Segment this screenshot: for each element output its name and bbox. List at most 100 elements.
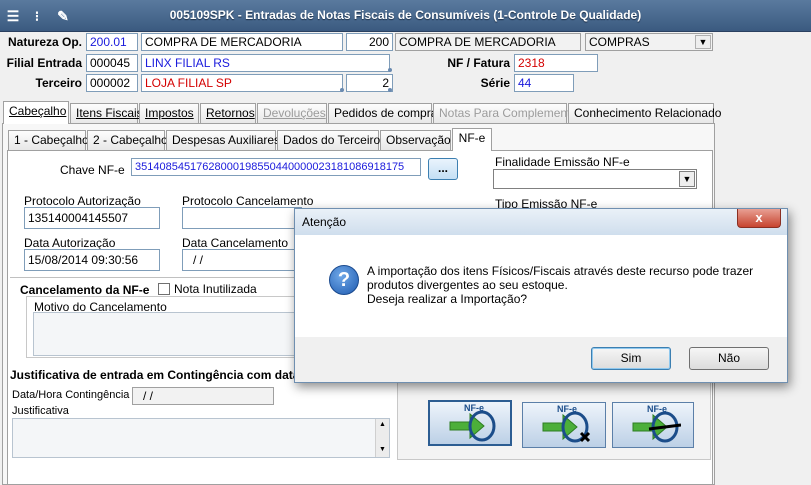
- data-aut-label: Data Autorização: [24, 236, 116, 250]
- tab-label: Conhecimento Relacionado: [574, 106, 722, 120]
- filial-name-field[interactable]: LINX FILIAL RS: [141, 54, 390, 72]
- tab-label: Impostos: [145, 106, 194, 120]
- lookup-dot-icon: [388, 68, 392, 72]
- data-aut-field[interactable]: 15/08/2014 09:30:56: [24, 249, 160, 271]
- nfe-import-icon: [449, 410, 496, 442]
- tab-label: Notas Para Complemento: [439, 106, 578, 120]
- tab-label: Retornos: [206, 106, 255, 120]
- no-button[interactable]: Não: [689, 347, 769, 370]
- tab-label: 2 - Cabeçalho: [93, 133, 168, 147]
- tab-impostos[interactable]: Impostos: [139, 103, 199, 124]
- tab-conhecimento[interactable]: Conhecimento Relacionado: [568, 103, 721, 124]
- chave-lookup-button[interactable]: ...: [428, 158, 458, 180]
- natureza-desc2-field: COMPRA DE MERCADORIA: [395, 33, 581, 51]
- lookup-dot-icon: [388, 88, 392, 92]
- protocolo-aut-label: Protocolo Autorização: [24, 194, 141, 208]
- dialog-message-line: produtos divergentes ao seu estoque.: [367, 278, 568, 292]
- subtab-despesas[interactable]: Despesas Auxiliares: [166, 130, 280, 151]
- tab-retornos[interactable]: Retornos: [200, 103, 256, 124]
- yes-button[interactable]: Sim: [591, 347, 671, 370]
- nf-field[interactable]: 2318: [514, 54, 598, 72]
- natureza-num-field[interactable]: 200: [346, 33, 393, 51]
- subtab-observacao[interactable]: Observação: [380, 130, 451, 151]
- tab-label: Cabeçalho: [9, 104, 67, 118]
- tab-pedidos-compra[interactable]: Pedidos de compra: [328, 103, 437, 124]
- subtab-dados-terceiro[interactable]: Dados do Terceiro: [277, 130, 381, 151]
- motivo-textarea[interactable]: [33, 312, 295, 356]
- justificativa-section-label: Justificativa de entrada em Contingência…: [10, 368, 300, 382]
- terceiro-name-field[interactable]: LOJA FILIAL SP: [141, 74, 343, 92]
- serie-label: Série: [480, 76, 510, 90]
- filial-label: Filial Entrada: [6, 56, 82, 70]
- lookup-dot-icon: [340, 88, 344, 92]
- dialog-message-line: A importação dos itens Físicos/Fiscais a…: [367, 264, 754, 278]
- close-icon[interactable]: x: [737, 209, 781, 228]
- justificativa-scrollbar[interactable]: ▲ ▼: [375, 419, 389, 457]
- nfe-logo-text: NF-e: [647, 404, 667, 414]
- chevron-down-icon[interactable]: ▼: [695, 35, 711, 49]
- dialog-message-line: Deseja realizar a Importação?: [367, 292, 528, 306]
- dialog-body: ? A importação dos itens Físicos/Fiscais…: [295, 235, 787, 337]
- nfe-logo-text: NF-e: [464, 403, 484, 413]
- natureza-code-field[interactable]: 200.01: [86, 33, 138, 51]
- chevron-down-icon[interactable]: ▼: [679, 171, 695, 187]
- window-title: 005109SPK - Entradas de Notas Fiscais de…: [169, 8, 642, 22]
- chave-field[interactable]: 3514085451762800019855044000002318108691…: [131, 158, 421, 176]
- cancelamento-label: Cancelamento da NF-e: [20, 283, 150, 297]
- scroll-down-icon[interactable]: ▼: [379, 446, 386, 453]
- natureza-desc-field[interactable]: COMPRA DE MERCADORIA: [141, 33, 343, 51]
- tab-cabecalho[interactable]: Cabeçalho: [3, 101, 69, 124]
- subtab-2-cabecalho[interactable]: 2 - Cabeçalho: [87, 130, 168, 151]
- tab-label: Itens Fiscais: [76, 106, 143, 120]
- tab-itens-fiscais[interactable]: Itens Fiscais: [70, 103, 143, 124]
- nfe-import-button[interactable]: NF-e: [428, 400, 512, 446]
- data-canc-label: Data Cancelamento: [182, 236, 289, 250]
- nfe-inutilizar-icon: [632, 411, 681, 443]
- nota-inutilizada-label: Nota Inutilizada: [174, 282, 257, 296]
- terceiro-num-field[interactable]: 2: [346, 74, 393, 92]
- dialog-title-bar: Atenção x: [295, 209, 787, 235]
- nota-inutilizada-checkbox[interactable]: [158, 283, 170, 295]
- question-icon: ?: [329, 265, 359, 295]
- dialog-message: A importação dos itens Físicos/Fiscais a…: [367, 264, 777, 306]
- tab-label: 1 - Cabeçalho: [14, 133, 89, 147]
- attention-dialog: Atenção x ? A importação dos itens Físic…: [294, 208, 788, 383]
- divider: [10, 277, 300, 278]
- natureza-label: Natureza Op.: [7, 35, 82, 49]
- tab-label: Pedidos de compra: [334, 106, 438, 120]
- filial-code-field[interactable]: 000045: [86, 54, 138, 72]
- nfe-logo-text: NF-e: [557, 404, 577, 414]
- finalidade-label: Finalidade Emissão NF-e: [495, 155, 630, 169]
- justificativa-textarea[interactable]: ▲ ▼: [12, 418, 390, 458]
- scroll-up-icon[interactable]: ▲: [379, 421, 386, 428]
- data-hora-field[interactable]: / /: [132, 387, 274, 405]
- nfe-cancel-button[interactable]: NF-e: [522, 402, 606, 448]
- finalidade-select[interactable]: ▼: [493, 169, 697, 189]
- justificativa-label: Justificativa: [12, 405, 69, 417]
- tab-label: NF-e: [458, 131, 486, 145]
- nf-label: NF / Fatura: [447, 56, 510, 70]
- data-canc-field[interactable]: / /: [182, 249, 302, 271]
- terceiro-label: Terceiro: [35, 76, 82, 90]
- natureza-type-select[interactable]: COMPRAS ▼: [585, 33, 713, 51]
- dialog-title: Atenção: [302, 215, 347, 229]
- tab-label: Observação: [386, 133, 451, 147]
- natureza-type-value: COMPRAS: [589, 35, 650, 49]
- tab-notas-complemento[interactable]: Notas Para Complemento: [433, 103, 577, 124]
- title-bar: ☰ ⁝ ✎ 005109SPK - Entradas de Notas Fisc…: [0, 0, 811, 32]
- data-hora-label: Data/Hora Contingência: [12, 389, 130, 401]
- chave-label: Chave NF-e: [60, 163, 125, 177]
- terceiro-code-field[interactable]: 000002: [86, 74, 138, 92]
- serie-field[interactable]: 44: [514, 74, 574, 92]
- tab-devolucoes[interactable]: Devoluções: [257, 103, 327, 124]
- subtab-1-cabecalho[interactable]: 1 - Cabeçalho: [8, 130, 89, 151]
- protocolo-canc-label: Protocolo Cancelamento: [182, 194, 314, 208]
- tab-label: Dados do Terceiro: [283, 133, 381, 147]
- tab-label: Devoluções: [263, 106, 326, 120]
- tab-label: Despesas Auxiliares: [172, 133, 281, 147]
- protocolo-aut-field[interactable]: 135140004145507: [24, 207, 160, 229]
- protocolo-canc-field[interactable]: [182, 207, 302, 229]
- nfe-cancel-icon: [542, 411, 591, 443]
- nfe-inutilizar-button[interactable]: NF-e: [612, 402, 694, 448]
- subtab-nfe[interactable]: NF-e: [452, 128, 492, 151]
